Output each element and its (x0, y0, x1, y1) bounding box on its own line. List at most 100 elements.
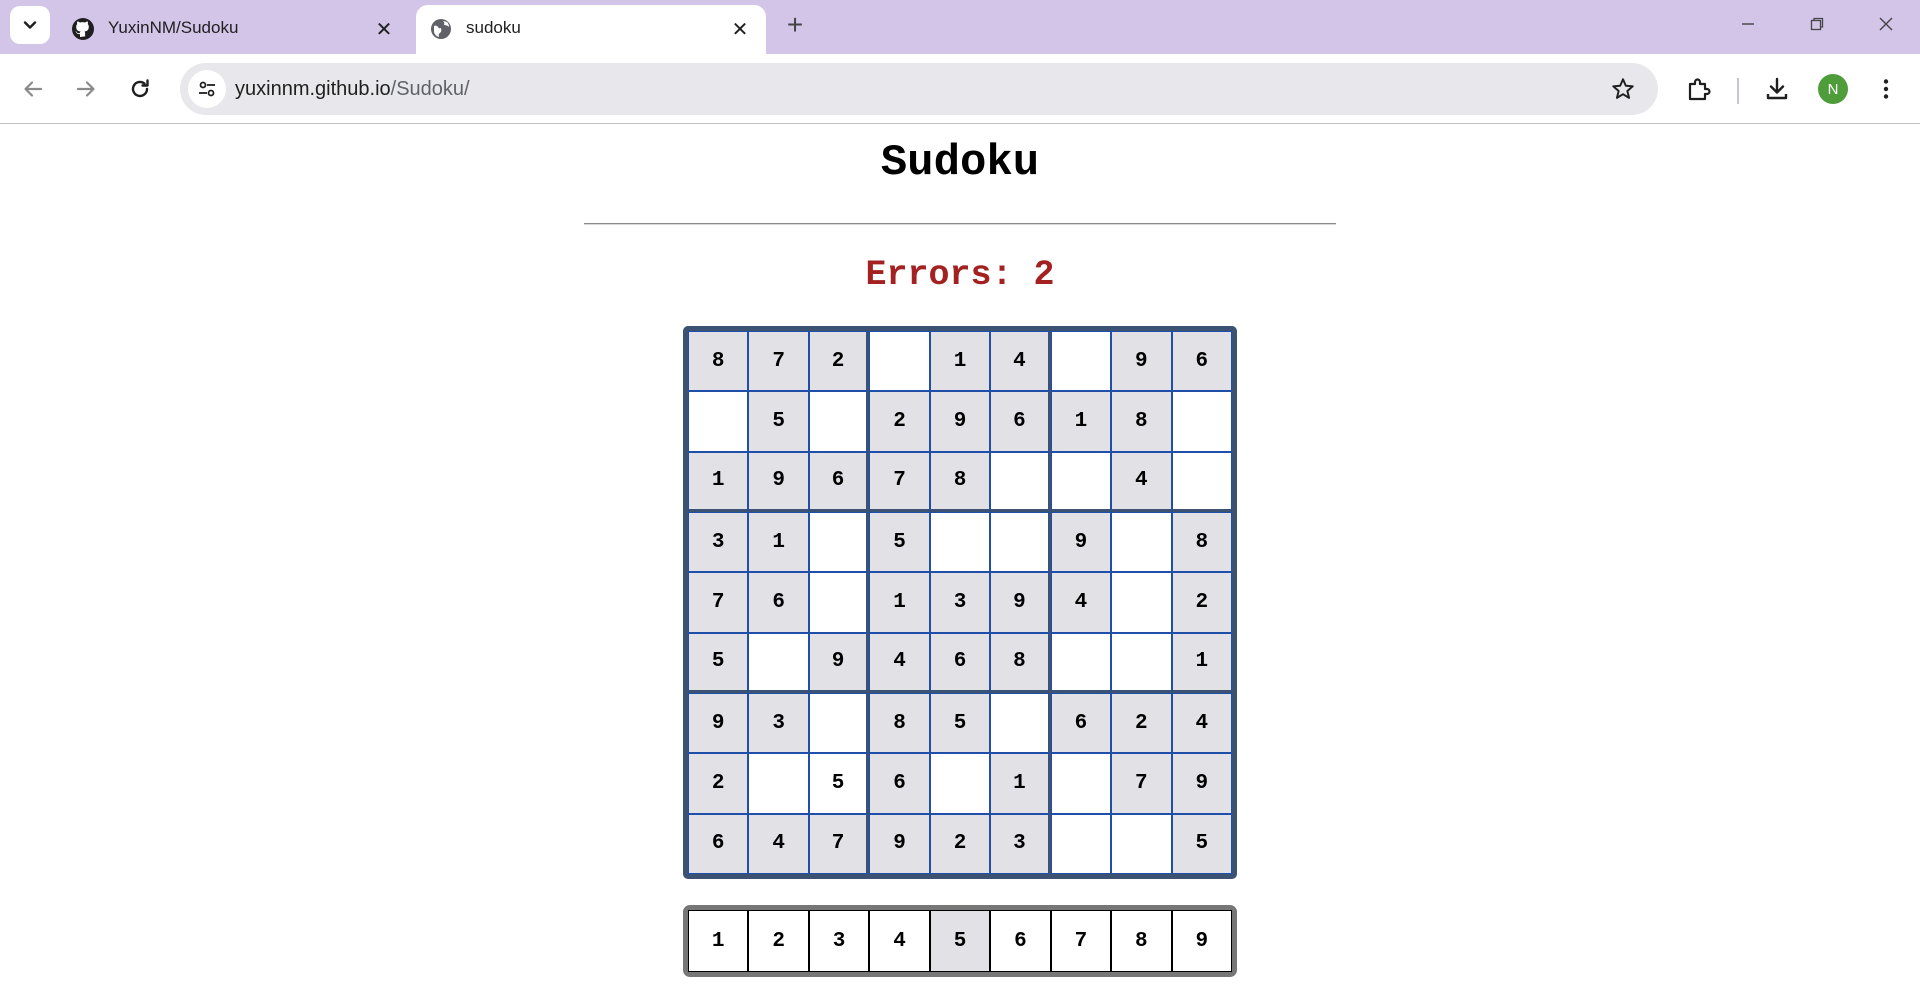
sudoku-cell[interactable]: 7 (869, 451, 930, 512)
sudoku-cell[interactable]: 5 (1171, 813, 1232, 874)
new-tab-button[interactable]: + (780, 9, 810, 40)
close-icon[interactable]: ✕ (728, 17, 752, 41)
sudoku-cell[interactable] (1050, 451, 1112, 512)
sudoku-cell[interactable] (1171, 391, 1232, 452)
sudoku-cell[interactable]: 1 (688, 451, 749, 512)
sudoku-cell[interactable]: 2 (808, 331, 870, 392)
address-bar[interactable]: yuxinnm.github.io/Sudoku/ (180, 63, 1658, 115)
sudoku-cell[interactable]: 7 (808, 813, 870, 874)
tab-search-button[interactable] (10, 6, 50, 44)
sudoku-cell[interactable]: 6 (748, 572, 809, 633)
sudoku-cell[interactable]: 9 (929, 391, 991, 452)
digit-button[interactable]: 2 (748, 910, 809, 972)
sudoku-cell[interactable]: 2 (1171, 572, 1232, 633)
sudoku-cell[interactable]: 9 (1111, 331, 1172, 392)
tab-sudoku[interactable]: sudoku ✕ (416, 5, 766, 54)
sudoku-cell[interactable]: 6 (929, 632, 991, 693)
sudoku-cell[interactable]: 5 (869, 511, 930, 573)
sudoku-cell[interactable] (869, 331, 930, 392)
bookmark-star-icon[interactable] (1610, 76, 1636, 102)
sudoku-cell[interactable] (990, 511, 1051, 573)
sudoku-cell[interactable]: 3 (990, 813, 1051, 874)
sudoku-cell[interactable]: 4 (1111, 451, 1172, 512)
sudoku-cell[interactable]: 4 (990, 331, 1051, 392)
sudoku-cell[interactable]: 5 (748, 391, 809, 452)
sudoku-cell[interactable] (1050, 632, 1112, 693)
sudoku-cell[interactable]: 1 (869, 572, 930, 633)
sudoku-cell[interactable]: 8 (1171, 511, 1232, 573)
digit-button[interactable]: 1 (688, 910, 749, 972)
sudoku-cell[interactable]: 6 (1171, 331, 1232, 392)
sudoku-cell[interactable]: 8 (929, 451, 991, 512)
sudoku-cell[interactable]: 9 (808, 632, 870, 693)
sudoku-cell[interactable]: 9 (1171, 753, 1232, 814)
sudoku-cell[interactable]: 6 (869, 753, 930, 814)
sudoku-cell[interactable]: 1 (1050, 391, 1112, 452)
sudoku-cell[interactable]: 3 (688, 511, 749, 573)
tab-github[interactable]: YuxinNM/Sudoku ✕ (58, 5, 410, 54)
sudoku-cell[interactable]: 7 (1111, 753, 1172, 814)
sudoku-cell[interactable] (1111, 813, 1172, 874)
sudoku-cell[interactable]: 9 (869, 813, 930, 874)
sudoku-cell[interactable] (808, 511, 870, 573)
sudoku-cell[interactable] (748, 753, 809, 814)
sudoku-cell[interactable]: 8 (1111, 391, 1172, 452)
sudoku-cell[interactable]: 4 (1171, 692, 1232, 754)
sudoku-cell[interactable] (1171, 451, 1232, 512)
sudoku-cell[interactable]: 5 (929, 692, 991, 754)
sudoku-cell[interactable]: 6 (808, 451, 870, 512)
digit-button[interactable]: 7 (1050, 910, 1112, 972)
digit-button[interactable]: 8 (1111, 910, 1172, 972)
sudoku-cell[interactable]: 3 (748, 692, 809, 754)
extensions-button[interactable] (1680, 70, 1718, 108)
sudoku-cell[interactable]: 4 (1050, 572, 1112, 633)
close-window-button[interactable] (1863, 6, 1909, 42)
sudoku-cell[interactable]: 3 (929, 572, 991, 633)
sudoku-cell[interactable] (688, 391, 749, 452)
sudoku-cell[interactable]: 9 (688, 692, 749, 754)
reload-button[interactable] (121, 70, 159, 108)
sudoku-cell[interactable]: 7 (688, 572, 749, 633)
sudoku-cell[interactable]: 5 (688, 632, 749, 693)
minimize-button[interactable] (1725, 6, 1771, 42)
digit-button[interactable]: 3 (808, 910, 870, 972)
sudoku-cell[interactable] (990, 692, 1051, 754)
sudoku-cell[interactable] (1050, 331, 1112, 392)
sudoku-cell[interactable]: 5 (808, 753, 870, 814)
sudoku-cell[interactable]: 2 (1111, 692, 1172, 754)
sudoku-cell[interactable] (1111, 632, 1172, 693)
site-info-button[interactable] (188, 70, 226, 108)
sudoku-cell[interactable]: 4 (869, 632, 930, 693)
sudoku-cell[interactable]: 1 (990, 753, 1051, 814)
sudoku-cell[interactable] (1111, 511, 1172, 573)
sudoku-cell[interactable]: 1 (748, 511, 809, 573)
sudoku-cell[interactable]: 2 (688, 753, 749, 814)
forward-button[interactable] (67, 70, 105, 108)
sudoku-cell[interactable] (748, 632, 809, 693)
sudoku-cell[interactable]: 6 (688, 813, 749, 874)
digit-button[interactable]: 9 (1171, 910, 1232, 972)
sudoku-cell[interactable]: 6 (1050, 692, 1112, 754)
sudoku-cell[interactable]: 8 (990, 632, 1051, 693)
sudoku-cell[interactable]: 8 (869, 692, 930, 754)
digit-button[interactable]: 5 (929, 910, 991, 972)
sudoku-cell[interactable]: 2 (929, 813, 991, 874)
sudoku-cell[interactable] (1050, 813, 1112, 874)
menu-button[interactable] (1867, 70, 1905, 108)
sudoku-cell[interactable]: 9 (748, 451, 809, 512)
sudoku-cell[interactable] (1111, 572, 1172, 633)
sudoku-cell[interactable]: 1 (1171, 632, 1232, 693)
downloads-button[interactable] (1758, 70, 1796, 108)
sudoku-cell[interactable]: 8 (688, 331, 749, 392)
sudoku-cell[interactable] (808, 572, 870, 633)
url-text[interactable]: yuxinnm.github.io/Sudoku/ (235, 78, 470, 101)
sudoku-cell[interactable]: 6 (990, 391, 1051, 452)
digit-button[interactable]: 6 (990, 910, 1051, 972)
restore-button[interactable] (1794, 6, 1840, 42)
sudoku-cell[interactable]: 4 (748, 813, 809, 874)
sudoku-cell[interactable]: 1 (929, 331, 991, 392)
sudoku-cell[interactable]: 2 (869, 391, 930, 452)
sudoku-cell[interactable] (808, 391, 870, 452)
profile-avatar[interactable]: N (1818, 74, 1848, 104)
back-button[interactable] (14, 70, 52, 108)
